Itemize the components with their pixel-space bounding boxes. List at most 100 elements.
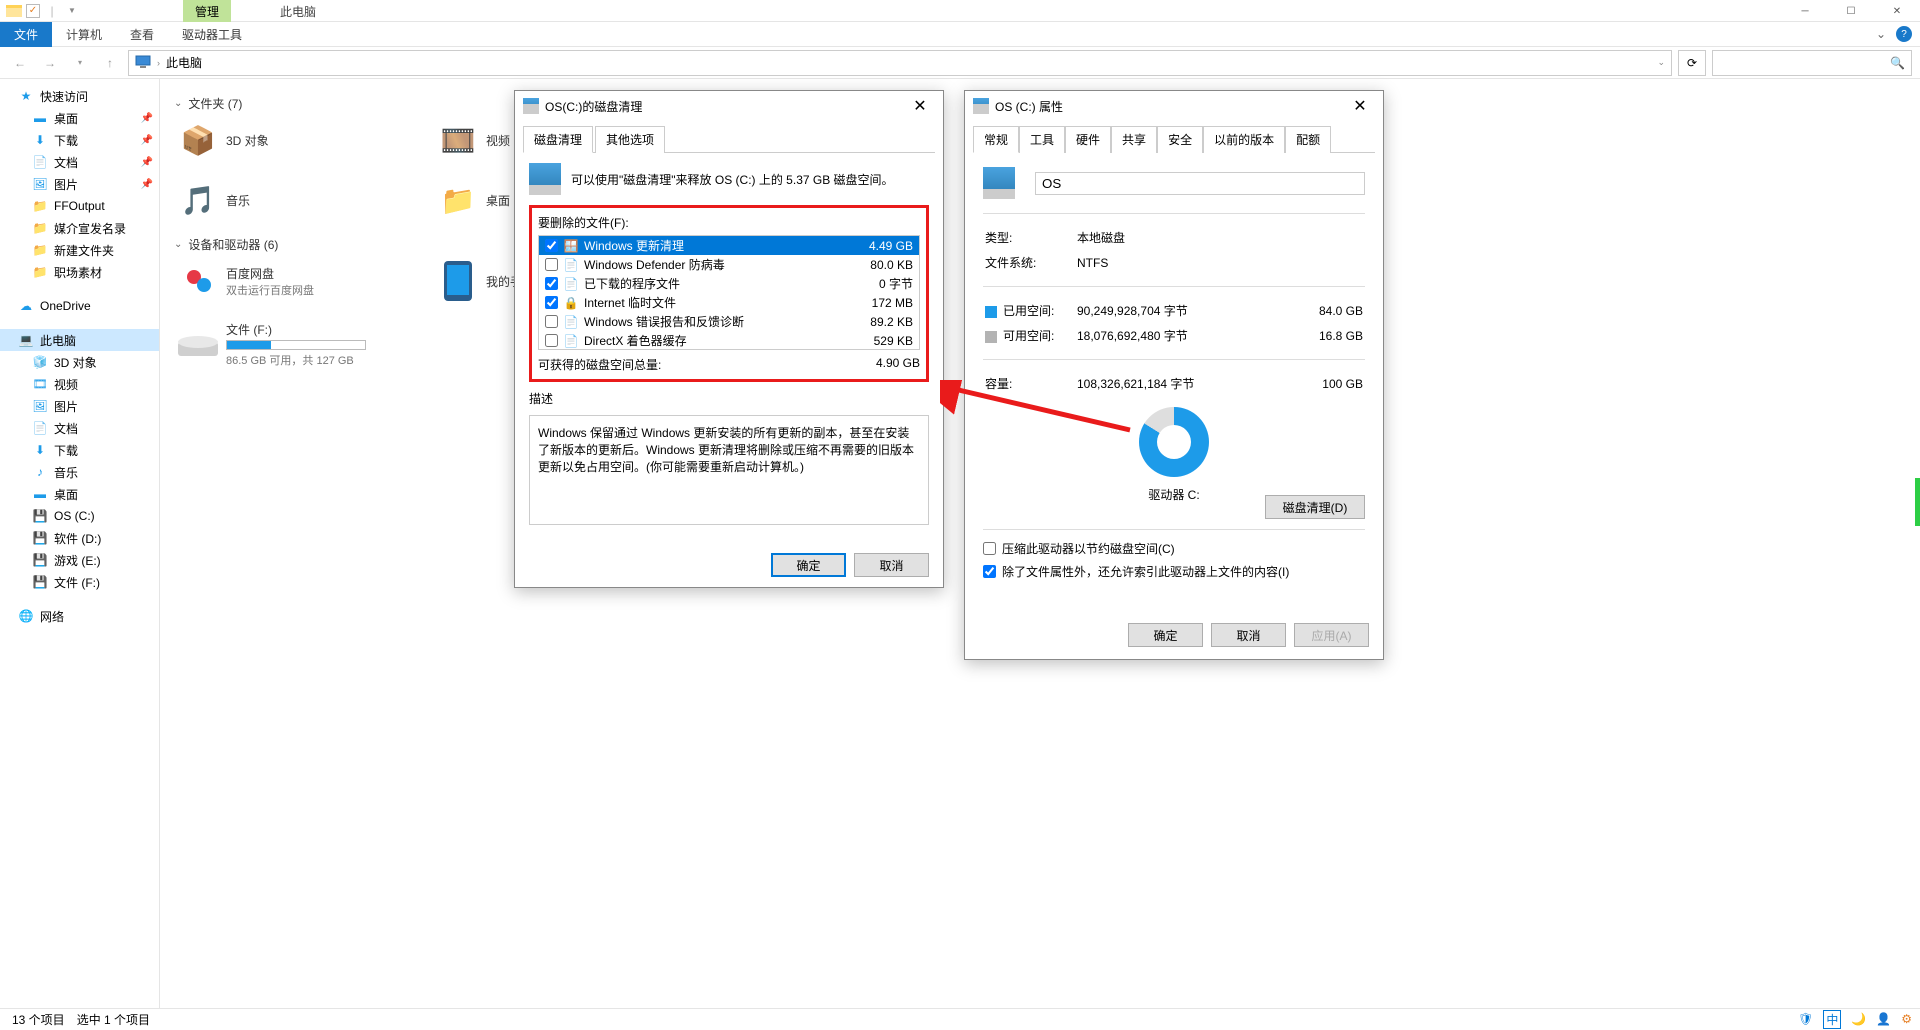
qat-check-icon[interactable]: ✓: [26, 4, 40, 18]
used-label: 已用空间:: [1003, 304, 1054, 318]
breadcrumb-dropdown[interactable]: ⌄: [1657, 57, 1665, 68]
tile-drive-f[interactable]: 文件 (F:)86.5 GB 可用，共 127 GB: [174, 317, 414, 372]
prop-tab-6[interactable]: 配额: [1285, 126, 1331, 153]
cleanup-summary: 可以使用"磁盘清理"来释放 OS (C:) 上的 5.37 GB 磁盘空间。: [571, 171, 894, 188]
sidebar-item-ffoutput[interactable]: 📁FFOutput: [0, 195, 159, 217]
status-selected: 选中 1 个项目: [77, 1011, 150, 1028]
file-checkbox[interactable]: [545, 315, 558, 328]
breadcrumb[interactable]: 此电脑: [166, 54, 202, 71]
prop-tab-1[interactable]: 工具: [1019, 126, 1065, 153]
tab-file[interactable]: 文件: [0, 22, 52, 47]
help-icon[interactable]: ?: [1896, 26, 1912, 42]
address-bar[interactable]: › 此电脑 ⌄: [128, 50, 1672, 76]
tray-moon-icon[interactable]: 🌙: [1851, 1012, 1866, 1026]
sidebar-item-game-e[interactable]: 💾游戏 (E:): [0, 549, 159, 571]
disk-cleanup-button[interactable]: 磁盘清理(D): [1265, 495, 1365, 519]
minimize-button[interactable]: ─: [1782, 0, 1828, 22]
apply-button[interactable]: 应用(A): [1294, 623, 1369, 647]
sidebar-item-documents2[interactable]: 📄文档: [0, 417, 159, 439]
drive-icon: 💾: [32, 530, 48, 546]
close-button[interactable]: ✕: [1874, 0, 1920, 22]
prop-tab-4[interactable]: 安全: [1157, 126, 1203, 153]
file-checkbox[interactable]: [545, 239, 558, 252]
cancel-button[interactable]: 取消: [1211, 623, 1286, 647]
prop-tab-2[interactable]: 硬件: [1065, 126, 1111, 153]
sidebar-item-workplace[interactable]: 📁职场素材: [0, 261, 159, 283]
sidebar-item-file-f[interactable]: 💾文件 (F:): [0, 571, 159, 593]
sidebar-item-downloads[interactable]: ⬇下载📌: [0, 129, 159, 151]
recent-dropdown[interactable]: ▾: [68, 51, 92, 75]
sidebar-item-pictures2[interactable]: 🖼图片: [0, 395, 159, 417]
disk-cleanup-dialog: OS(C:)的磁盘清理 ✕ 磁盘清理 其他选项 可以使用"磁盘清理"来释放 OS…: [514, 90, 944, 588]
tab-view[interactable]: 查看: [116, 22, 168, 47]
compress-checkbox[interactable]: [983, 542, 996, 555]
back-button[interactable]: ←: [8, 51, 32, 75]
capacity-bytes: 108,326,621,184 字节: [1077, 372, 1237, 395]
search-input[interactable]: 🔍: [1712, 50, 1912, 76]
sidebar-item-downloads2[interactable]: ⬇下载: [0, 439, 159, 461]
sidebar-item-3d[interactable]: 🧊3D 对象: [0, 351, 159, 373]
drive-name-input[interactable]: [1035, 172, 1365, 195]
maximize-button[interactable]: ☐: [1828, 0, 1874, 22]
file-row[interactable]: 📄Windows 错误报告和反馈诊断89.2 KB: [539, 312, 919, 331]
breadcrumb-sep[interactable]: ›: [157, 58, 160, 68]
sidebar-item-video[interactable]: 🎞视频: [0, 373, 159, 395]
window-title: 此电脑: [268, 0, 328, 22]
sidebar-item-onedrive[interactable]: ☁OneDrive: [0, 295, 159, 317]
ok-button[interactable]: 确定: [1128, 623, 1203, 647]
file-row[interactable]: 📄DirectX 着色器缓存529 KB: [539, 331, 919, 350]
file-row[interactable]: 📄已下载的程序文件0 字节: [539, 274, 919, 293]
prop-tab-5[interactable]: 以前的版本: [1203, 126, 1285, 153]
sidebar-item-media[interactable]: 📁媒介宣发名录: [0, 217, 159, 239]
ribbon-expand-icon[interactable]: ⌄: [1876, 27, 1886, 41]
file-name: Windows 更新清理: [584, 237, 684, 254]
index-checkbox[interactable]: [983, 565, 996, 578]
file-checkbox[interactable]: [545, 277, 558, 290]
sidebar-item-this-pc[interactable]: 💻此电脑: [0, 329, 159, 351]
sidebar-item-desktop[interactable]: ▬桌面📌: [0, 107, 159, 129]
tab-disk-cleanup[interactable]: 磁盘清理: [523, 126, 593, 153]
sidebar-item-newfolder[interactable]: 📁新建文件夹: [0, 239, 159, 261]
ok-button[interactable]: 确定: [771, 553, 846, 577]
tray-people-icon[interactable]: 👤: [1876, 1012, 1891, 1026]
cancel-button[interactable]: 取消: [854, 553, 929, 577]
sidebar-item-os-c[interactable]: 💾OS (C:): [0, 505, 159, 527]
prop-tab-3[interactable]: 共享: [1111, 126, 1157, 153]
pin-icon: 📌: [141, 157, 153, 168]
tab-drive-tools[interactable]: 驱动器工具: [168, 22, 256, 47]
tile-baidu[interactable]: 百度网盘双击运行百度网盘: [174, 257, 414, 305]
tile-music[interactable]: 🎵音乐: [174, 176, 414, 224]
files-list[interactable]: 🪟Windows 更新清理4.49 GB📄Windows Defender 防病…: [538, 235, 920, 350]
sidebar-item-network[interactable]: 🌐网络: [0, 605, 159, 627]
folder-icon: 📁: [32, 264, 48, 280]
status-item-count: 13 个项目: [12, 1011, 65, 1028]
file-row[interactable]: 🔒Internet 临时文件172 MB: [539, 293, 919, 312]
up-button[interactable]: ↑: [98, 51, 122, 75]
sidebar-item-soft-d[interactable]: 💾软件 (D:): [0, 527, 159, 549]
tray-ime[interactable]: 中: [1823, 1010, 1841, 1029]
close-button[interactable]: ✕: [1345, 94, 1375, 118]
tray-gear-icon[interactable]: ⚙: [1901, 1012, 1912, 1026]
file-checkbox[interactable]: [545, 258, 558, 271]
cube-icon: 🧊: [32, 354, 48, 370]
close-button[interactable]: ✕: [905, 94, 935, 118]
sidebar-item-pictures[interactable]: 🖼图片📌: [0, 173, 159, 195]
tab-computer[interactable]: 计算机: [52, 22, 116, 47]
file-row[interactable]: 📄Windows Defender 防病毒80.0 KB: [539, 255, 919, 274]
sidebar-item-desktop2[interactable]: ▬桌面: [0, 483, 159, 505]
prop-tab-0[interactable]: 常规: [973, 126, 1019, 153]
free-swatch: [985, 331, 997, 343]
forward-button[interactable]: →: [38, 51, 62, 75]
qat-dropdown-icon[interactable]: ▼: [64, 3, 80, 19]
tab-more-options[interactable]: 其他选项: [595, 126, 665, 153]
file-checkbox[interactable]: [545, 334, 558, 347]
tray-shield-icon[interactable]: 🛡: [1798, 1012, 1813, 1026]
chevron-down-icon: ⌄: [174, 98, 182, 109]
sidebar-item-quick-access[interactable]: ★快速访问: [0, 85, 159, 107]
file-checkbox[interactable]: [545, 296, 558, 309]
sidebar-item-documents[interactable]: 📄文档📌: [0, 151, 159, 173]
tile-3d-objects[interactable]: 📦3D 对象: [174, 116, 414, 164]
refresh-button[interactable]: ⟳: [1678, 50, 1706, 76]
file-row[interactable]: 🪟Windows 更新清理4.49 GB: [539, 236, 919, 255]
sidebar-item-music[interactable]: ♪音乐: [0, 461, 159, 483]
